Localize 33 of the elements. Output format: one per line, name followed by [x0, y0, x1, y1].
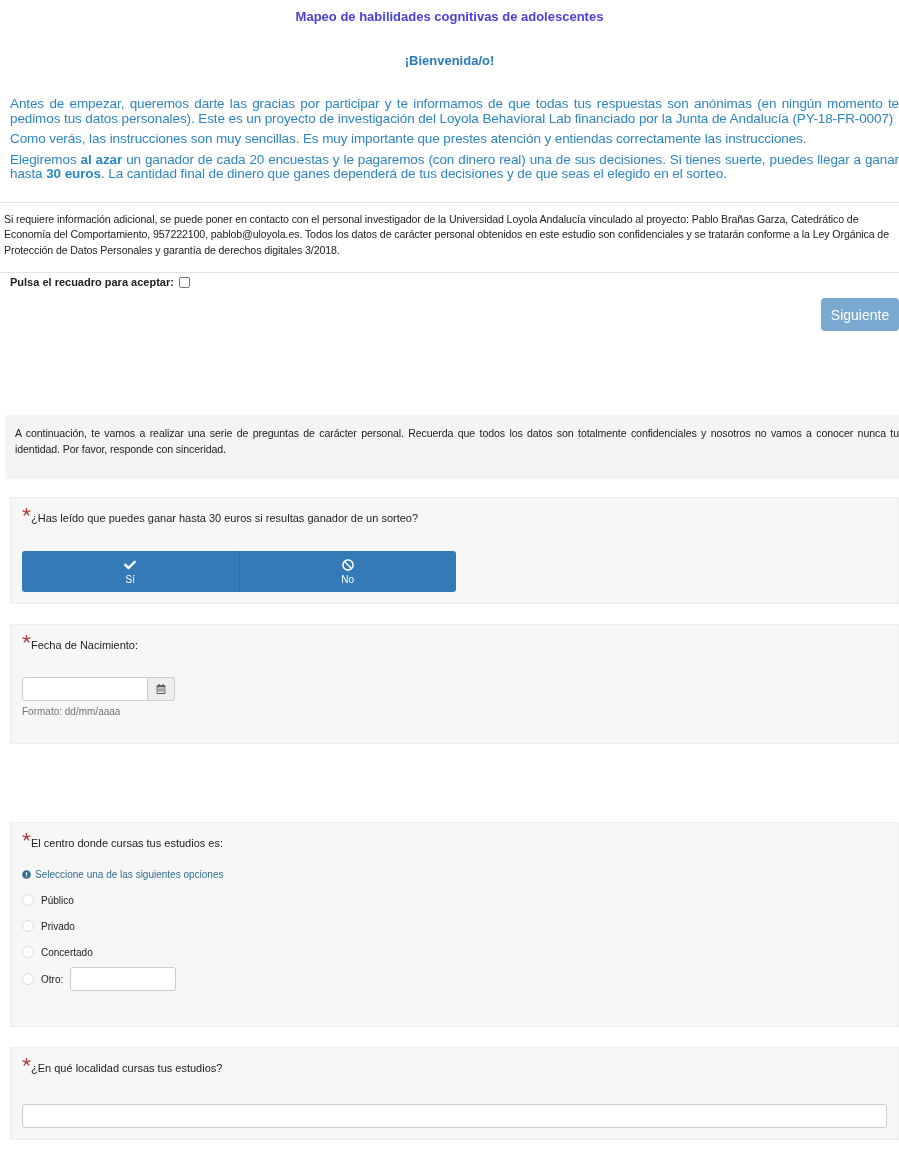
info-icon — [22, 870, 31, 879]
intro-paragraph: Como verás, las instrucciones son muy sencillas. Es muy importante que prestes atención y entiendas correctamente las instrucciones. — [10, 132, 808, 147]
format-help: Formato: dd/mm/aaaa — [22, 706, 122, 719]
intro-paragraph: Elegiremos al azar un ganador de cada 20 encuestas y le pagaremos (con dinero real) una de sus decisiones. Si tienes suerte, puedes llegar a ganar hasta 30 euros. La cantidad final de dinero que ganes dependerá de tus decisiones y de que seas el elegido en el sorteo. — [10, 152, 899, 182]
welcome-heading: ¡Bienvenida/o! — [403, 53, 496, 69]
contact-note: Si requiere información adicional, se puede poner en contacto con el personal investigador de la Universidad Loyola Andalucía vinculado al proyecto: Pablo Brañas Garza, Catedrático de Economía del Comportamiento, 957222100, pablob@uloyola.es. Todos los datos de carácter personal obtenidos en este estudio son confidenciales y se tratarán conforme a la Ley Orgánica de Protección de Datos Personales y garantía de derechos digitales 3/2018. — [3, 211, 890, 258]
question-label: Fecha de Nacimiento: — [31, 639, 138, 651]
survey-title: Mapeo de habilidades cognitivas de adolescentes — [294, 8, 605, 25]
radio-button[interactable] — [22, 920, 34, 932]
question-label: ¿En qué localidad cursas tus estudios? — [31, 1062, 223, 1074]
radio-button[interactable] — [22, 946, 34, 958]
option-label: Público — [41, 894, 74, 906]
locality-input-field[interactable] — [22, 1104, 887, 1128]
question-label: El centro donde cursas tus estudios es: — [31, 837, 223, 849]
calendar-button[interactable] — [148, 677, 175, 701]
calendar-icon — [156, 684, 166, 694]
question-label: ¿Has leído que puedes ganar hasta 30 euros si resultas ganador de un sorteo? — [31, 512, 419, 524]
option-label: Otro: — [41, 973, 64, 985]
notice-text: A continuación, te vamos a realizar una serie de preguntas de carácter personal. Recuerda que todos los datos son totalmente confidenciales y nosotros no vamos a conocer nunca tu identidad. Por favor, responde con sinceridad. — [15, 426, 899, 457]
ban-icon — [341, 558, 354, 571]
date-input-field[interactable] — [22, 677, 148, 701]
choice-button[interactable]: No — [239, 551, 456, 592]
options-hint: Seleccione una de las siguientes opciones — [35, 869, 224, 880]
choice-button[interactable]: Sí — [22, 551, 240, 592]
check-icon — [124, 558, 137, 571]
intro-paragraph: Antes de empezar, queremos darte las gracias por participar y te informamos de que todas tus respuestas son anónimas (en ningún momento te pedimos tus datos personales). Este es un proyecto de investigación del Loyola Behavioral Lab financiado por la Junta de Andalucía (PY-18-FR-0007) — [10, 97, 899, 126]
consent-checkbox[interactable] — [178, 276, 190, 288]
radio-button[interactable] — [22, 973, 34, 985]
other-input-field[interactable] — [70, 967, 177, 991]
option-label: Privado — [41, 920, 75, 932]
option-label: Concertado — [41, 946, 93, 958]
consent-label: Pulsa el recuadro para aceptar: — [10, 276, 174, 288]
radio-button[interactable] — [22, 894, 34, 906]
